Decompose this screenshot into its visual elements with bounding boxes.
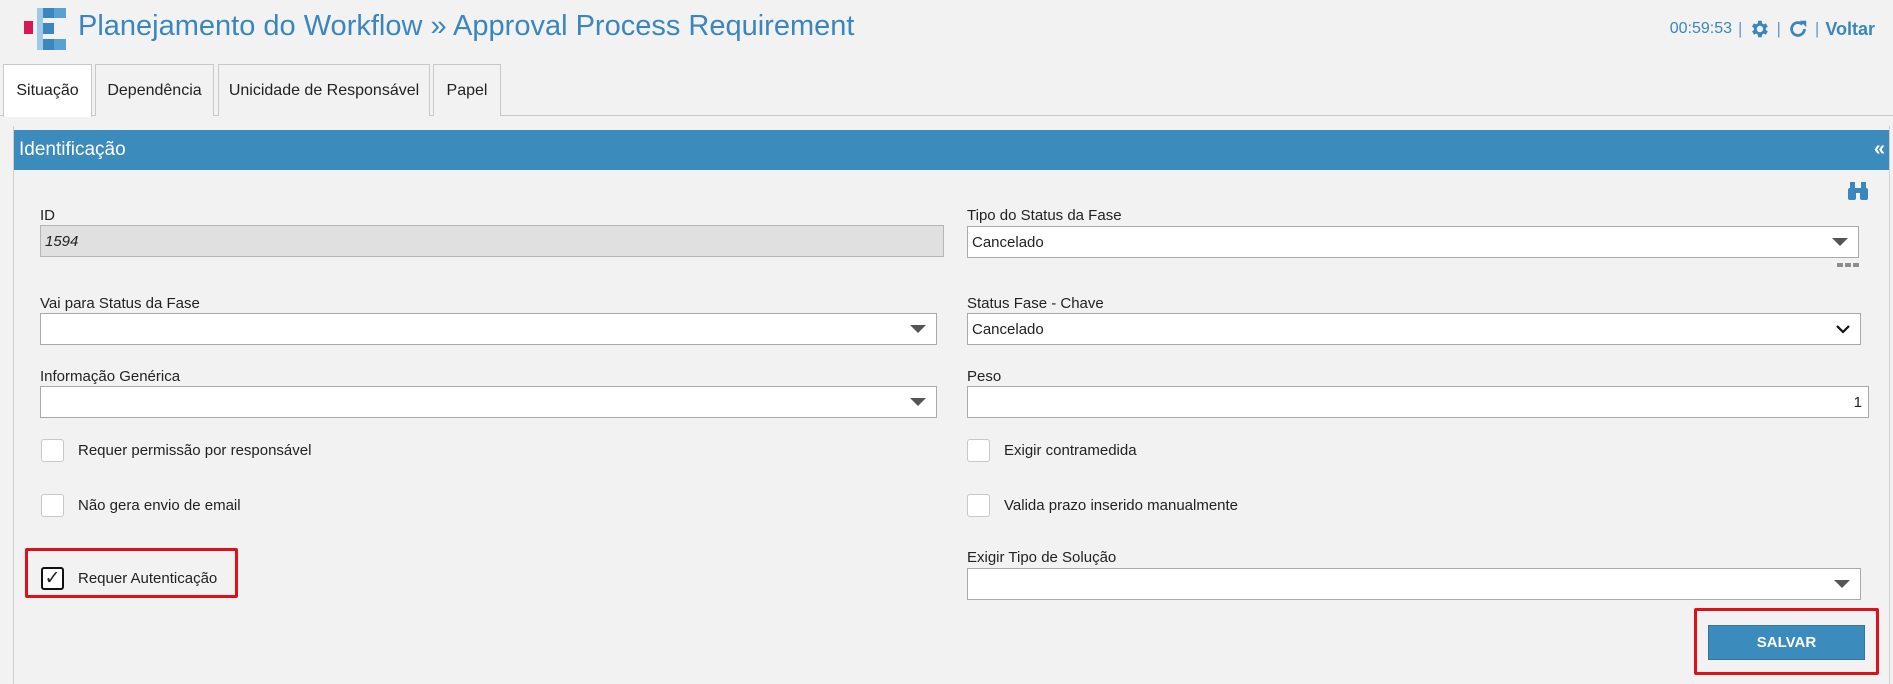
panel-header: Identificação «	[14, 130, 1889, 170]
exigir-contramedida-row: Exigir contramedida	[967, 439, 1137, 462]
valida-prazo-label: Valida prazo inserido manualmente	[1004, 497, 1239, 514]
id-label: ID	[40, 207, 55, 224]
requer-autenticacao-label: Requer Autenticação	[78, 570, 218, 587]
tab-dependencia[interactable]: Dependência	[95, 64, 214, 116]
exigir-tipo-solucao-select[interactable]	[967, 568, 1861, 600]
requer-permissao-row: Requer permissão por responsável	[41, 439, 311, 462]
tab-papel[interactable]: Papel	[433, 64, 501, 116]
requer-permissao-label: Requer permissão por responsável	[78, 442, 312, 459]
collapse-icon[interactable]: «	[1874, 138, 1885, 161]
id-field: 1594	[40, 225, 944, 257]
status-fase-chave-value: Cancelado	[972, 320, 1044, 338]
app-logo-icon	[24, 8, 66, 50]
vai-para-status-label: Vai para Status da Fase	[40, 295, 200, 312]
dropdown-arrow-icon	[1834, 580, 1850, 588]
tab-situacao[interactable]: Situação	[3, 64, 92, 117]
save-button[interactable]: SALVAR	[1708, 625, 1865, 660]
requer-permissao-checkbox[interactable]	[41, 439, 64, 462]
nao-gera-email-checkbox[interactable]	[41, 494, 64, 517]
valida-prazo-checkbox[interactable]	[967, 494, 990, 517]
tipo-status-fase-label: Tipo do Status da Fase	[967, 207, 1122, 224]
page-title: Planejamento do Workflow » Approval Proc…	[78, 10, 855, 42]
session-timer: 00:59:53	[1669, 20, 1733, 37]
peso-input[interactable]: 1	[967, 386, 1869, 418]
separator: |	[1814, 19, 1820, 38]
peso-label: Peso	[967, 368, 1002, 385]
status-fase-chave-select[interactable]: Cancelado	[967, 313, 1861, 345]
app-header: Planejamento do Workflow » Approval Proc…	[0, 0, 1893, 60]
separator: |	[1738, 19, 1743, 38]
exigir-tipo-solucao-label: Exigir Tipo de Solução	[967, 549, 1117, 566]
gear-icon[interactable]	[1748, 18, 1770, 40]
vai-para-status-select[interactable]	[40, 313, 937, 345]
dropdown-arrow-icon	[910, 398, 926, 406]
tab-unicidade-responsavel[interactable]: Unicidade de Responsável	[218, 64, 430, 116]
checkmark-icon: ✓	[44, 568, 61, 589]
informacao-generica-select[interactable]	[40, 386, 937, 418]
separator: |	[1776, 19, 1781, 38]
exigir-contramedida-checkbox[interactable]	[967, 439, 990, 462]
requer-autenticacao-row: ✓ Requer Autenticação	[41, 567, 217, 590]
tipo-status-fase-select[interactable]: Cancelado	[967, 226, 1859, 258]
tab-bar: Situação Dependência Unicidade de Respon…	[0, 60, 1893, 117]
informacao-generica-label: Informação Genérica	[40, 368, 181, 385]
status-fase-chave-label: Status Fase - Chave	[967, 295, 1104, 312]
exigir-contramedida-label: Exigir contramedida	[1004, 442, 1137, 459]
back-link[interactable]: Voltar	[1825, 19, 1875, 40]
panel-title: Identificação	[19, 139, 126, 160]
nao-gera-email-label: Não gera envio de email	[78, 497, 241, 514]
id-value: 1594	[45, 232, 79, 250]
chevron-down-icon	[1836, 325, 1850, 334]
more-options-icon[interactable]	[1837, 263, 1859, 267]
nao-gera-email-row: Não gera envio de email	[41, 494, 241, 517]
peso-value: 1	[1853, 393, 1862, 411]
header-toolbar: 00:59:53 | | | Voltar	[1670, 18, 1875, 40]
binoculars-icon[interactable]	[1848, 182, 1868, 200]
valida-prazo-row: Valida prazo inserido manualmente	[967, 494, 1238, 517]
refresh-icon[interactable]	[1787, 18, 1809, 40]
dropdown-arrow-icon	[910, 325, 926, 333]
tipo-status-fase-value: Cancelado	[972, 233, 1044, 251]
dropdown-arrow-icon	[1832, 238, 1848, 246]
requer-autenticacao-checkbox[interactable]: ✓	[41, 567, 64, 590]
